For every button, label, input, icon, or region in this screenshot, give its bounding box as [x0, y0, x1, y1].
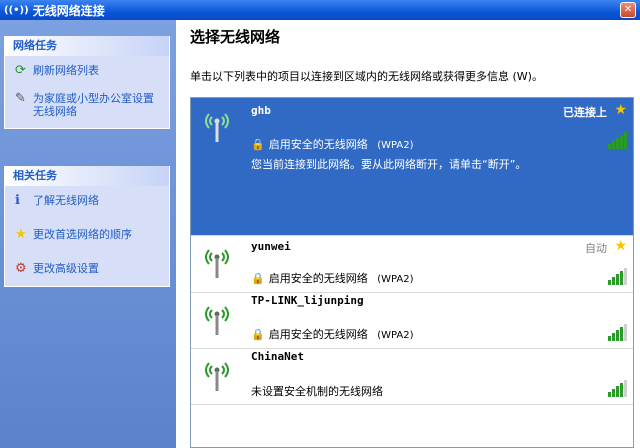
window-title: 无线网络连接 — [32, 3, 105, 18]
network-ssid: ghb — [251, 104, 271, 117]
instructions-text: 单击以下列表中的项目以连接到区域内的无线网络或获得更多信息 (W)。 — [190, 70, 543, 83]
sidebar: 网络任务 ⟳ 刷新网络列表 ✎ 为家庭或小型办公室设置无线网络 相关任务 ℹ 了… — [0, 20, 176, 448]
security-line: 未设置安全机制的无线网络 — [251, 383, 383, 399]
network-ssid: yunwei — [251, 240, 291, 253]
network-description: 您当前连接到此网络。要从此网络断开，请单击“断开”。 — [251, 158, 527, 171]
security-text: 启用安全的无线网络 — [268, 328, 368, 341]
network-tasks-panel: 网络任务 ⟳ 刷新网络列表 ✎ 为家庭或小型办公室设置无线网络 — [4, 36, 170, 129]
wireless-antenna-icon — [205, 306, 229, 335]
change-order-link[interactable]: ★ 更改首选网络的顺序 — [5, 214, 169, 248]
security-protocol: (WPA2) — [377, 140, 414, 151]
security-line: 🔒 启用安全的无线网络 (WPA2) — [251, 136, 414, 152]
lock-icon: 🔒 — [251, 138, 265, 151]
security-line: 🔒 启用安全的无线网络 (WPA2) — [251, 326, 414, 342]
network-item-tp-link[interactable]: TP-LINK_lijunping 🔒 启用安全的无线网络 (WPA2) — [191, 293, 633, 348]
security-protocol: (WPA2) — [377, 330, 414, 341]
network-item-yunwei[interactable]: yunwei 自动 ★ 🔒 启用安全的无线网络 (WPA2) — [191, 236, 633, 292]
wireless-icon: ((•)) — [4, 4, 29, 16]
signal-strength-icon — [607, 380, 627, 397]
network-item-chinanet[interactable]: ChinaNet 未设置安全机制的无线网络 — [191, 349, 633, 404]
security-protocol: (WPA2) — [377, 274, 414, 285]
task-label: 为家庭或小型办公室设置无线网络 — [33, 92, 154, 118]
refresh-network-list-link[interactable]: ⟳ 刷新网络列表 — [5, 56, 169, 84]
preferred-star-icon: ★ — [614, 238, 627, 254]
security-text: 未设置安全机制的无线网络 — [251, 385, 383, 398]
signal-strength-icon — [607, 324, 627, 341]
preferred-star-icon: ★ — [614, 102, 627, 118]
network-list[interactable]: ghb 已连接上 ★ 🔒 启用安全的无线网络 (WPA2) 您当前连接到此网络。要… — [190, 97, 634, 448]
security-text: 启用安全的无线网络 — [268, 138, 368, 151]
page-title: 选择无线网络 — [190, 28, 281, 46]
close-button[interactable]: ✕ — [620, 2, 636, 18]
wireless-antenna-icon — [205, 113, 229, 142]
setup-wireless-network-link[interactable]: ✎ 为家庭或小型办公室设置无线网络 — [5, 84, 169, 128]
connection-status: 已连接上 — [563, 106, 607, 119]
lock-icon: 🔒 — [251, 272, 265, 285]
settings-icon: ⚙ — [15, 261, 27, 276]
title-bar[interactable]: ((•)) 无线网络连接 ✕ — [0, 0, 640, 20]
wireless-antenna-icon — [205, 249, 229, 278]
learn-wireless-link[interactable]: ℹ 了解无线网络 — [5, 186, 169, 214]
star-icon: ★ — [15, 227, 27, 242]
network-ssid: ChinaNet — [251, 350, 304, 363]
refresh-icon: ⟳ — [15, 63, 26, 78]
task-label: 更改高级设置 — [33, 262, 99, 275]
signal-strength-icon — [607, 268, 627, 285]
task-label: 了解无线网络 — [33, 194, 99, 207]
related-tasks-header[interactable]: 相关任务 — [5, 166, 169, 186]
info-icon: ℹ — [15, 193, 20, 208]
related-tasks-panel: 相关任务 ℹ 了解无线网络 ★ 更改首选网络的顺序 ⚙ 更改高级设置 — [4, 166, 170, 287]
task-label: 刷新网络列表 — [33, 64, 99, 77]
task-label: 更改首选网络的顺序 — [33, 228, 132, 241]
network-tasks-header[interactable]: 网络任务 — [5, 36, 169, 56]
list-divider — [191, 404, 633, 405]
network-item-ghb[interactable]: ghb 已连接上 ★ 🔒 启用安全的无线网络 (WPA2) 您当前连接到此网络。要… — [191, 98, 633, 235]
setup-icon: ✎ — [15, 91, 26, 106]
main-content: 选择无线网络 单击以下列表中的项目以连接到区域内的无线网络或获得更多信息 (W)… — [176, 20, 640, 448]
advanced-settings-link[interactable]: ⚙ 更改高级设置 — [5, 248, 169, 286]
lock-icon: 🔒 — [251, 328, 265, 341]
wireless-antenna-icon — [205, 362, 229, 391]
security-line: 🔒 启用安全的无线网络 (WPA2) — [251, 270, 414, 286]
signal-strength-icon — [607, 132, 627, 149]
network-ssid: TP-LINK_lijunping — [251, 294, 364, 307]
security-text: 启用安全的无线网络 — [268, 272, 368, 285]
connection-status: 自动 — [585, 242, 607, 255]
